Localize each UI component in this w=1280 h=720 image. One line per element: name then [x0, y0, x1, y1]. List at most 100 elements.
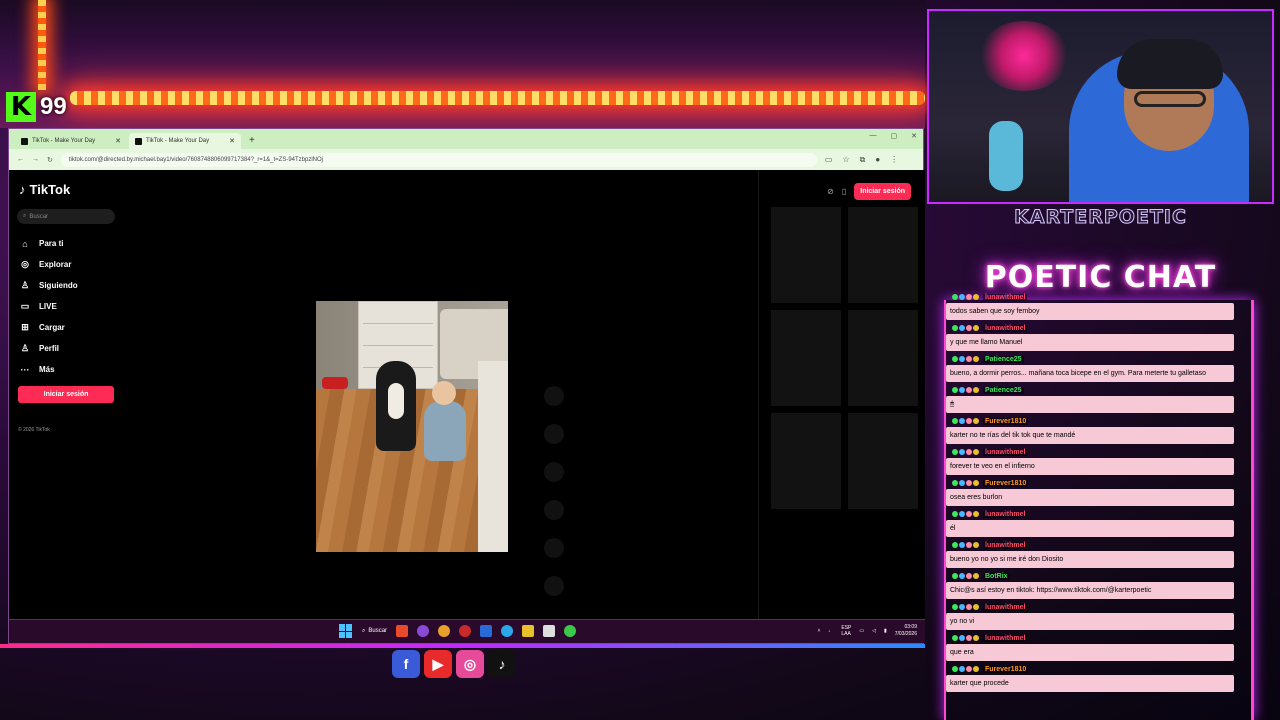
sidebar-item-live[interactable]: ▭ LIVE: [19, 296, 78, 317]
action-placeholder[interactable]: [544, 500, 564, 520]
related-video-placeholder[interactable]: [848, 413, 918, 509]
app-icon[interactable]: [480, 625, 493, 637]
chat-username[interactable]: BotRix: [983, 572, 1010, 580]
sidebar-item-mas[interactable]: ··· Más: [19, 359, 78, 380]
chat-message-header: lunawithmel: [946, 508, 1234, 520]
sidebar-item-explorar[interactable]: ◎ Explorar: [19, 254, 78, 275]
action-placeholder[interactable]: [544, 538, 564, 558]
badge-icon: [973, 387, 979, 393]
action-placeholder[interactable]: [544, 576, 564, 596]
app-icon[interactable]: [564, 625, 577, 637]
bookmark-star-icon[interactable]: ☆: [842, 155, 849, 165]
app-icon[interactable]: [396, 625, 409, 637]
back-icon[interactable]: ←: [17, 156, 24, 163]
close-tab-icon[interactable]: ✕: [115, 137, 121, 145]
chat-username[interactable]: lunawithmel: [983, 324, 1028, 332]
chat-username[interactable]: lunawithmel: [983, 510, 1028, 518]
chat-username[interactable]: lunawithmel: [983, 293, 1028, 301]
chat-username[interactable]: Furever1810: [983, 479, 1029, 487]
overlay-frame-line: [0, 644, 925, 648]
sidebar-item-cargar[interactable]: ⊞ Cargar: [19, 317, 78, 338]
coins-icon[interactable]: ⊘: [827, 187, 834, 196]
address-bar: ← → ↻ tiktok.com/@directed.by.michael.ba…: [9, 149, 923, 170]
action-placeholder[interactable]: [544, 386, 564, 406]
forward-icon[interactable]: →: [32, 156, 39, 163]
chat-message: BotRix Chic@s así estoy en tiktok: https:…: [946, 570, 1234, 599]
windows-start-icon[interactable]: [339, 624, 353, 638]
taskbar-clock[interactable]: 03:09 7/03/2026: [895, 624, 917, 638]
maximize-icon[interactable]: ▢: [891, 132, 898, 140]
url-field[interactable]: tiktok.com/@directed.by.michael.bay1/vid…: [60, 152, 817, 167]
youtube-icon: ▶: [424, 650, 452, 678]
new-tab-button[interactable]: +: [243, 133, 261, 149]
action-placeholder[interactable]: [544, 424, 564, 444]
related-video-placeholder[interactable]: [848, 310, 918, 406]
tab-tiktok-1[interactable]: TikTok - Make Your Day ✕: [15, 133, 127, 149]
chat-username[interactable]: lunawithmel: [983, 541, 1028, 549]
file-explorer-icon[interactable]: [522, 625, 535, 637]
chevron-up-icon[interactable]: ˄: [817, 628, 820, 634]
device-icon[interactable]: ▯: [842, 187, 846, 196]
chat-username[interactable]: lunawithmel: [983, 634, 1028, 642]
chat-username[interactable]: Patience25: [983, 355, 1024, 363]
chat-message: Furever1810 karter no te rías del tik tok…: [946, 415, 1234, 444]
sidebar-item-para-ti[interactable]: ⌂ Para ti: [19, 233, 78, 254]
network-icon[interactable]: ▭: [859, 628, 864, 634]
gift-badge-icon: [959, 666, 965, 672]
chat-list: lunawithmel todos saben que soy femboy lun…: [946, 291, 1234, 720]
extensions-icon[interactable]: ⧉: [860, 155, 866, 165]
login-button-top[interactable]: Iniciar sesión: [854, 183, 911, 200]
action-placeholder[interactable]: [544, 462, 564, 482]
install-icon[interactable]: ▭: [825, 155, 833, 165]
chat-message-text: 🖱: [946, 396, 1234, 413]
tiktok-favicon-icon: [135, 137, 142, 145]
profile-avatar-icon[interactable]: ●: [875, 155, 880, 165]
chat-username[interactable]: Furever1810: [983, 417, 1029, 425]
mic-icon[interactable]: ♩: [828, 628, 833, 634]
close-window-icon[interactable]: ✕: [911, 132, 917, 140]
chat-message: Patience25 🖱: [946, 384, 1234, 413]
sub-badge-icon: [952, 480, 958, 486]
chat-username[interactable]: lunawithmel: [983, 603, 1028, 611]
sidebar-item-siguiendo[interactable]: ♙ Siguiendo: [19, 275, 78, 296]
tab-label: TikTok - Make Your Day: [146, 138, 210, 144]
login-button-sidebar[interactable]: Iniciar sesión: [18, 386, 114, 403]
chat-message-header: Patience25: [946, 384, 1234, 396]
related-video-placeholder[interactable]: [771, 413, 841, 509]
store-icon[interactable]: [543, 625, 556, 637]
gift-badge-icon: [959, 573, 965, 579]
chat-username[interactable]: lunawithmel: [983, 448, 1028, 456]
sub-badge-icon: [952, 635, 958, 641]
chat-message: lunawithmel y que me llamo Manuel: [946, 322, 1234, 351]
app-icon[interactable]: [417, 625, 430, 637]
language-indicator[interactable]: ESP LAA: [841, 625, 851, 637]
related-video-placeholder[interactable]: [848, 207, 918, 303]
sidebar-item-label: Cargar: [39, 323, 65, 332]
battery-icon[interactable]: ▮: [884, 628, 887, 634]
sidebar-item-perfil[interactable]: ♙ Perfil: [19, 338, 78, 359]
close-tab-icon[interactable]: ✕: [229, 137, 235, 145]
chrome-icon[interactable]: [438, 625, 451, 637]
chat-username[interactable]: Furever1810: [983, 665, 1029, 673]
edge-icon[interactable]: [501, 625, 514, 637]
taskbar-search[interactable]: ⌕ Buscar: [362, 628, 387, 635]
chat-username[interactable]: Patience25: [983, 386, 1024, 394]
menu-kebab-icon[interactable]: ⋮: [890, 155, 898, 165]
clock-time: 03:09: [904, 624, 917, 630]
streamer-name: KARTERPOETIC: [1014, 206, 1187, 229]
badge-icon: [973, 449, 979, 455]
sidebar-item-label: LIVE: [39, 302, 57, 311]
search-input[interactable]: ⌕ Buscar: [17, 209, 115, 224]
reload-icon[interactable]: ↻: [47, 156, 53, 164]
video-action-buttons: [544, 386, 564, 596]
tiktok-logo[interactable]: ♪ TikTok: [19, 182, 70, 197]
app-icon[interactable]: [459, 625, 472, 637]
video-player[interactable]: [316, 301, 508, 552]
minimize-icon[interactable]: —: [870, 132, 877, 140]
related-video-placeholder[interactable]: [771, 310, 841, 406]
volume-icon[interactable]: ◁: [872, 628, 876, 634]
tab-tiktok-2[interactable]: TikTok - Make Your Day ✕: [129, 133, 241, 149]
related-video-placeholder[interactable]: [771, 207, 841, 303]
clock-date: 7/03/2026: [894, 631, 917, 637]
sub-badge-icon: [952, 387, 958, 393]
